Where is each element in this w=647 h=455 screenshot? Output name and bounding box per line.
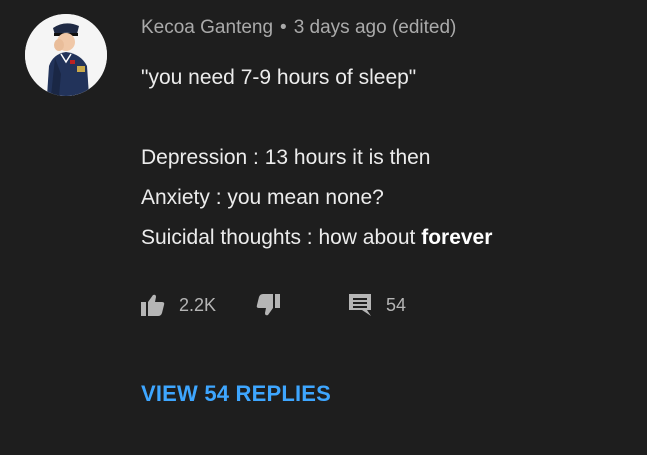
avatar-police-figure (25, 14, 107, 96)
comment-bold-word: forever (421, 226, 493, 249)
reply-count: 54 (386, 294, 407, 315)
comment-line-suicidal-text: Suicidal thoughts : how about (141, 226, 422, 249)
thumbs-up-icon[interactable] (141, 294, 165, 316)
comment-author[interactable]: Kecoa Ganteng (141, 17, 273, 38)
like-count: 2.2K (179, 294, 217, 315)
comment-header: Kecoa Ganteng • 3 days ago (edited) (141, 17, 456, 39)
comment-icon[interactable] (348, 293, 372, 317)
comment-line-depression: Depression : 13 hours it is then (141, 146, 431, 169)
comment-timestamp[interactable]: 3 days ago (edited) (294, 17, 457, 38)
comment-line-quote: "you need 7-9 hours of sleep" (141, 66, 417, 89)
comment-line-anxiety: Anxiety : you mean none? (141, 186, 384, 209)
thumbs-down-icon[interactable] (256, 294, 281, 316)
avatar[interactable] (25, 14, 107, 96)
comment-body: "you need 7-9 hours of sleep" Depression… (141, 58, 492, 258)
view-replies-button[interactable]: VIEW 54 REPLIES (141, 381, 331, 407)
comment-actions: 2.2K 54 (141, 290, 406, 320)
separator-dot: • (280, 17, 287, 38)
comment-line-suicidal: Suicidal thoughts : how about forever (141, 218, 492, 258)
